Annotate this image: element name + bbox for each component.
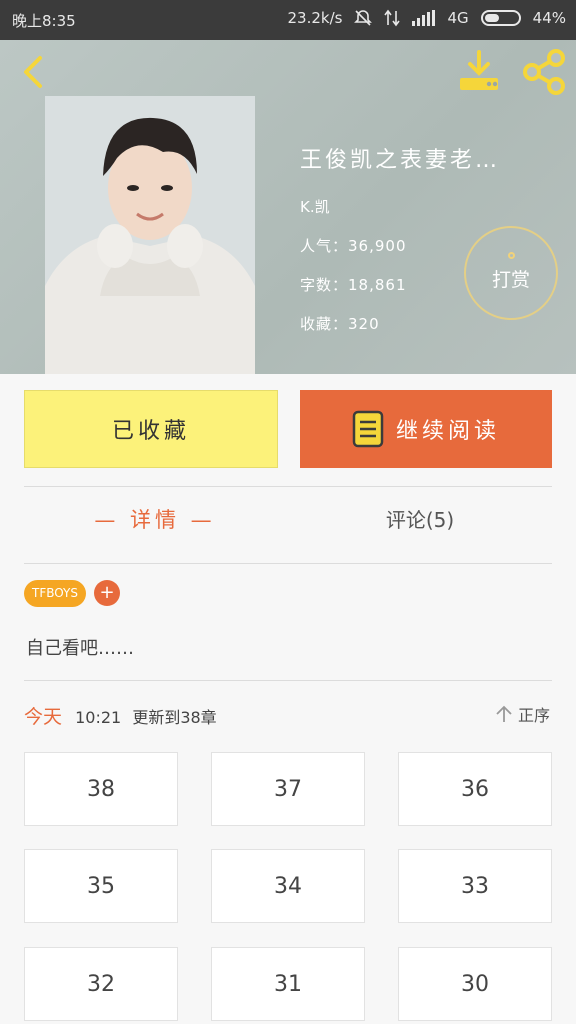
mute-icon <box>354 10 373 26</box>
tag-tfboys[interactable]: TFBOYS <box>24 580 86 607</box>
tip-label: 打赏 <box>491 269 530 291</box>
add-tag-button[interactable]: + <box>94 580 120 606</box>
share-icon[interactable] <box>520 48 568 96</box>
chapter-button[interactable]: 38 <box>24 752 178 826</box>
arrow-up-icon <box>496 705 512 722</box>
coin-icon <box>507 252 515 259</box>
chapter-button[interactable]: 35 <box>24 849 178 923</box>
status-time: 晚上8:35 <box>12 12 76 30</box>
favorited-button[interactable]: 已收藏 <box>24 390 278 468</box>
chapter-button[interactable]: 31 <box>211 947 365 1021</box>
book-title: 王俊凯之表妻老… <box>300 148 501 173</box>
network-type: 4G <box>447 9 469 27</box>
divider <box>24 563 552 564</box>
status-bar: 晚上8:35 23.2k/s 4G 44% <box>0 0 576 40</box>
battery-icon <box>480 10 521 26</box>
book-header: 王俊凯之表妻老… K.凯 人气：36,900 字数：18,861 收藏：320 … <box>0 40 576 374</box>
divider <box>24 486 552 487</box>
book-author[interactable]: K.凯 <box>300 196 550 217</box>
back-icon[interactable] <box>14 52 54 92</box>
tip-button[interactable]: 打赏 <box>464 226 558 320</box>
chapter-button[interactable]: 32 <box>24 947 178 1021</box>
book-icon <box>352 410 384 448</box>
network-speed: 23.2k/s <box>287 9 343 27</box>
data-transfer-icon <box>384 9 401 27</box>
tab-detail[interactable]: — 详情 — <box>60 504 250 534</box>
book-description: 自己看吧…… <box>26 638 134 659</box>
download-icon[interactable] <box>456 48 502 94</box>
sort-order-button[interactable]: 正序 <box>494 702 550 726</box>
battery-percent: 44% <box>532 9 566 27</box>
update-day: 今天 <box>24 706 63 728</box>
favorited-label: 已收藏 <box>111 419 190 444</box>
sort-order-label: 正序 <box>517 706 550 725</box>
update-info: 今天 10:21 更新到38章 <box>24 702 217 729</box>
update-time: 10:21 <box>75 708 122 727</box>
update-text: 更新到38章 <box>132 708 217 727</box>
chapter-button[interactable]: 36 <box>398 752 552 826</box>
continue-reading-button[interactable]: 继续阅读 <box>300 390 552 468</box>
continue-reading-label: 继续阅读 <box>395 419 500 444</box>
divider <box>24 680 552 681</box>
signal-icon <box>412 10 436 26</box>
chapter-button[interactable]: 33 <box>398 849 552 923</box>
chapter-button[interactable]: 37 <box>211 752 365 826</box>
chapter-button[interactable]: 34 <box>211 849 365 923</box>
tab-comments[interactable]: 评论(5) <box>330 504 510 533</box>
chapter-button[interactable]: 30 <box>398 947 552 1021</box>
book-cover-image[interactable] <box>45 96 255 374</box>
